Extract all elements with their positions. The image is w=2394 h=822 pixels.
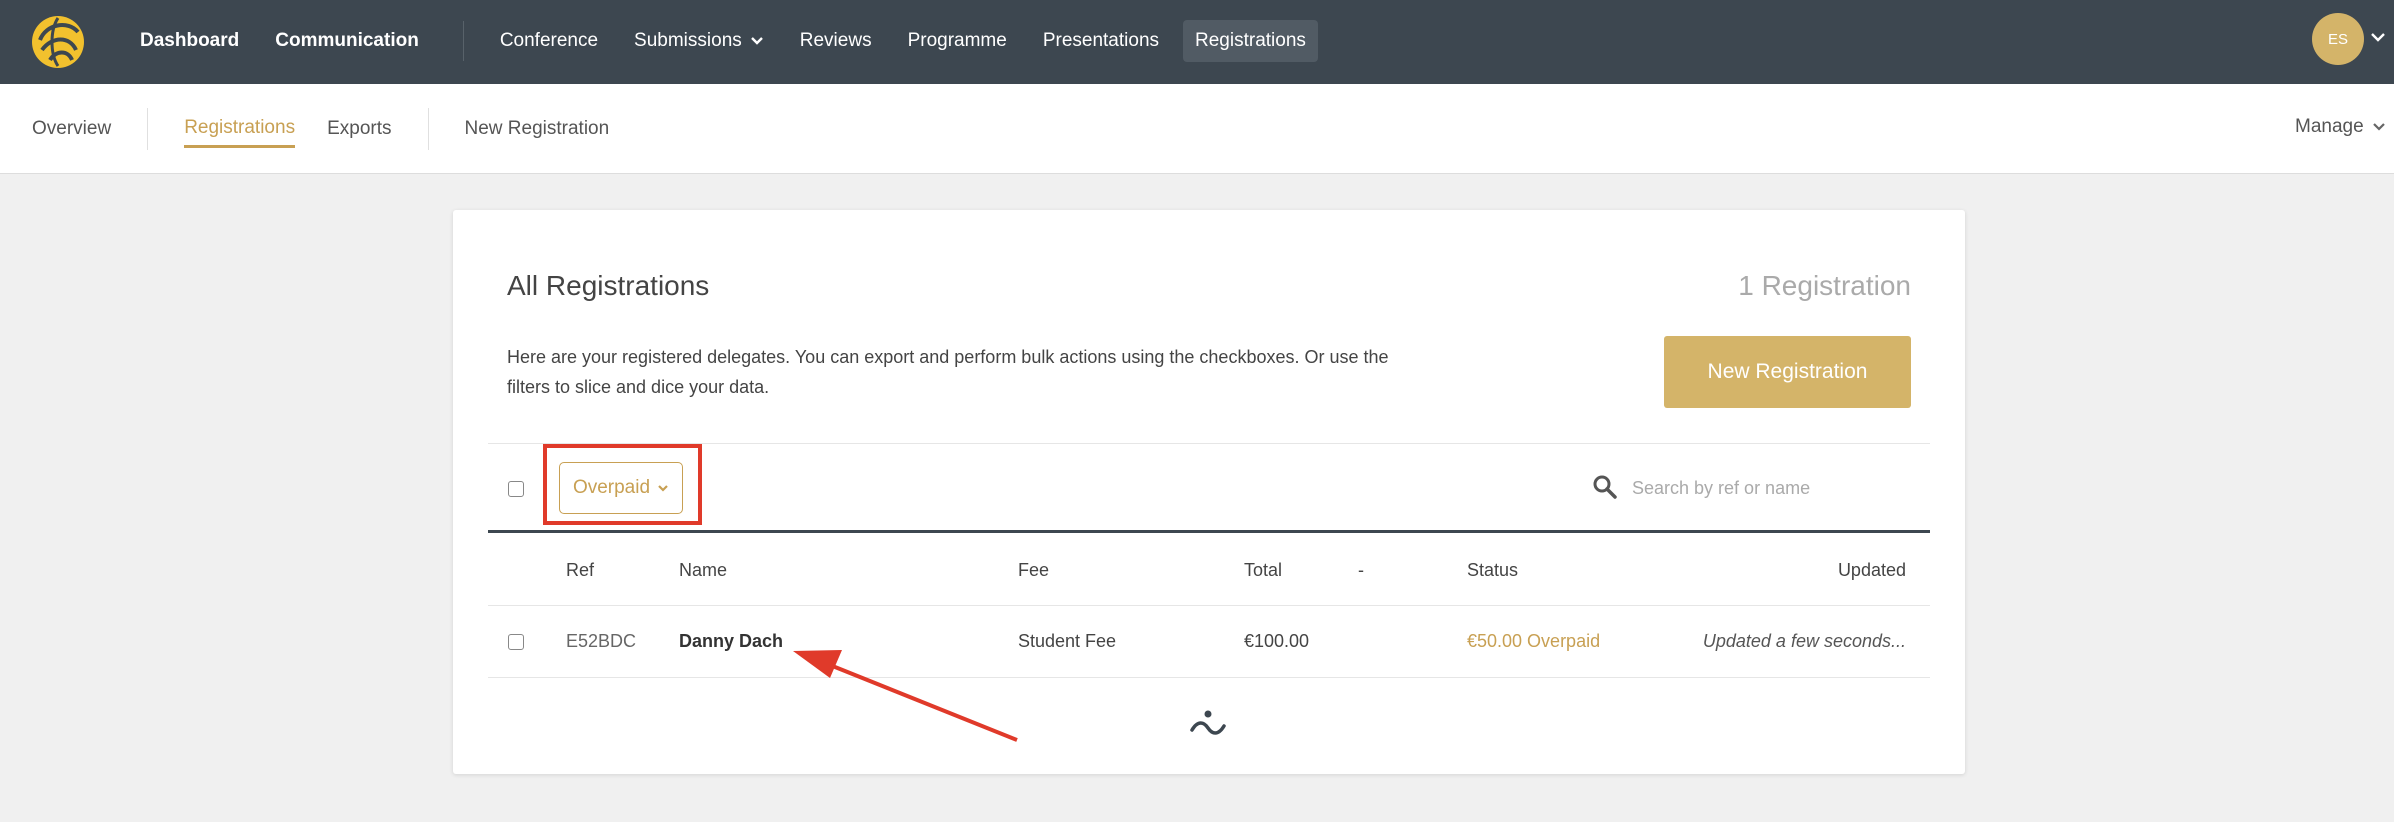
nav-submissions[interactable]: Submissions: [622, 20, 776, 62]
top-navbar: Dashboard Communication Conference Submi…: [0, 0, 2394, 84]
new-registration-button[interactable]: New Registration: [1664, 336, 1911, 408]
row-ref: E52BDC: [566, 631, 637, 651]
page-title: All Registrations: [507, 270, 710, 301]
nav-presentations[interactable]: Presentations: [1031, 20, 1171, 62]
app-logo-icon[interactable]: [28, 10, 88, 74]
search-icon[interactable]: [1592, 474, 1618, 500]
header-ref[interactable]: Ref: [566, 536, 594, 605]
status-filter-dropdown[interactable]: Overpaid: [559, 462, 683, 514]
nav-programme[interactable]: Programme: [896, 20, 1019, 62]
manage-label: Manage: [2295, 116, 2364, 137]
row-name[interactable]: Danny Dach: [679, 606, 783, 677]
subnav-exports[interactable]: Exports: [327, 112, 391, 146]
subnav-registrations[interactable]: Registrations: [184, 111, 296, 148]
sub-nav: Overview Registrations Exports New Regis…: [0, 84, 609, 174]
nav-registrations[interactable]: Registrations: [1183, 20, 1318, 62]
chevron-down-icon: [2372, 123, 2385, 131]
registration-count: 1 Registration: [1738, 270, 1911, 301]
header-total[interactable]: Total: [1244, 536, 1282, 605]
sub-navbar: Overview Registrations Exports New Regis…: [0, 84, 2394, 174]
row-updated: Updated a few seconds...: [1702, 631, 1906, 651]
nav-reviews[interactable]: Reviews: [788, 20, 884, 62]
header-fee[interactable]: Fee: [1018, 536, 1049, 605]
table-row[interactable]: E52BDC Danny Dach Student Fee €100.00 €5…: [488, 606, 1930, 678]
registrations-card: All Registrations 1 Registration Here ar…: [453, 210, 1965, 774]
table-header: Ref Name Fee Total - Status Updated: [488, 536, 1930, 606]
user-avatar[interactable]: ES: [2312, 13, 2364, 65]
row-checkbox-cell: [508, 606, 524, 677]
header-dash: -: [1358, 560, 1364, 580]
nav-submissions-label: Submissions: [634, 30, 742, 51]
subnav-overview[interactable]: Overview: [32, 112, 111, 146]
manage-menu[interactable]: Manage: [2295, 116, 2386, 138]
row-status: €50.00 Overpaid: [1467, 631, 1601, 651]
header-name[interactable]: Name: [679, 536, 727, 605]
search-input[interactable]: [1632, 469, 1922, 507]
nav-conference[interactable]: Conference: [488, 20, 610, 62]
row-checkbox[interactable]: [508, 633, 524, 650]
squiggle-end-icon: [1190, 710, 1226, 735]
subnav-divider: [147, 108, 149, 150]
filter-bar: Overpaid: [488, 443, 1930, 533]
chevron-down-icon: [658, 484, 668, 492]
subnav-divider: [427, 108, 429, 150]
subnav-new-registration[interactable]: New Registration: [465, 112, 610, 146]
chevron-down-icon: [750, 37, 763, 45]
nav-communication[interactable]: Communication: [263, 20, 431, 62]
row-total: €100.00: [1244, 631, 1310, 651]
chevron-down-icon[interactable]: [2370, 32, 2386, 44]
page-description: Here are your registered delegates. You …: [507, 347, 1389, 397]
row-fee: Student Fee: [1018, 631, 1117, 651]
nav-dashboard[interactable]: Dashboard: [128, 20, 251, 62]
header-updated[interactable]: Updated: [1838, 536, 1906, 605]
header-status[interactable]: Status: [1467, 536, 1518, 605]
nav-divider: [462, 21, 464, 61]
status-filter-label: Overpaid: [572, 477, 651, 498]
select-all-checkbox[interactable]: [508, 481, 524, 497]
main-nav: Dashboard Communication Conference Submi…: [128, 18, 1330, 64]
